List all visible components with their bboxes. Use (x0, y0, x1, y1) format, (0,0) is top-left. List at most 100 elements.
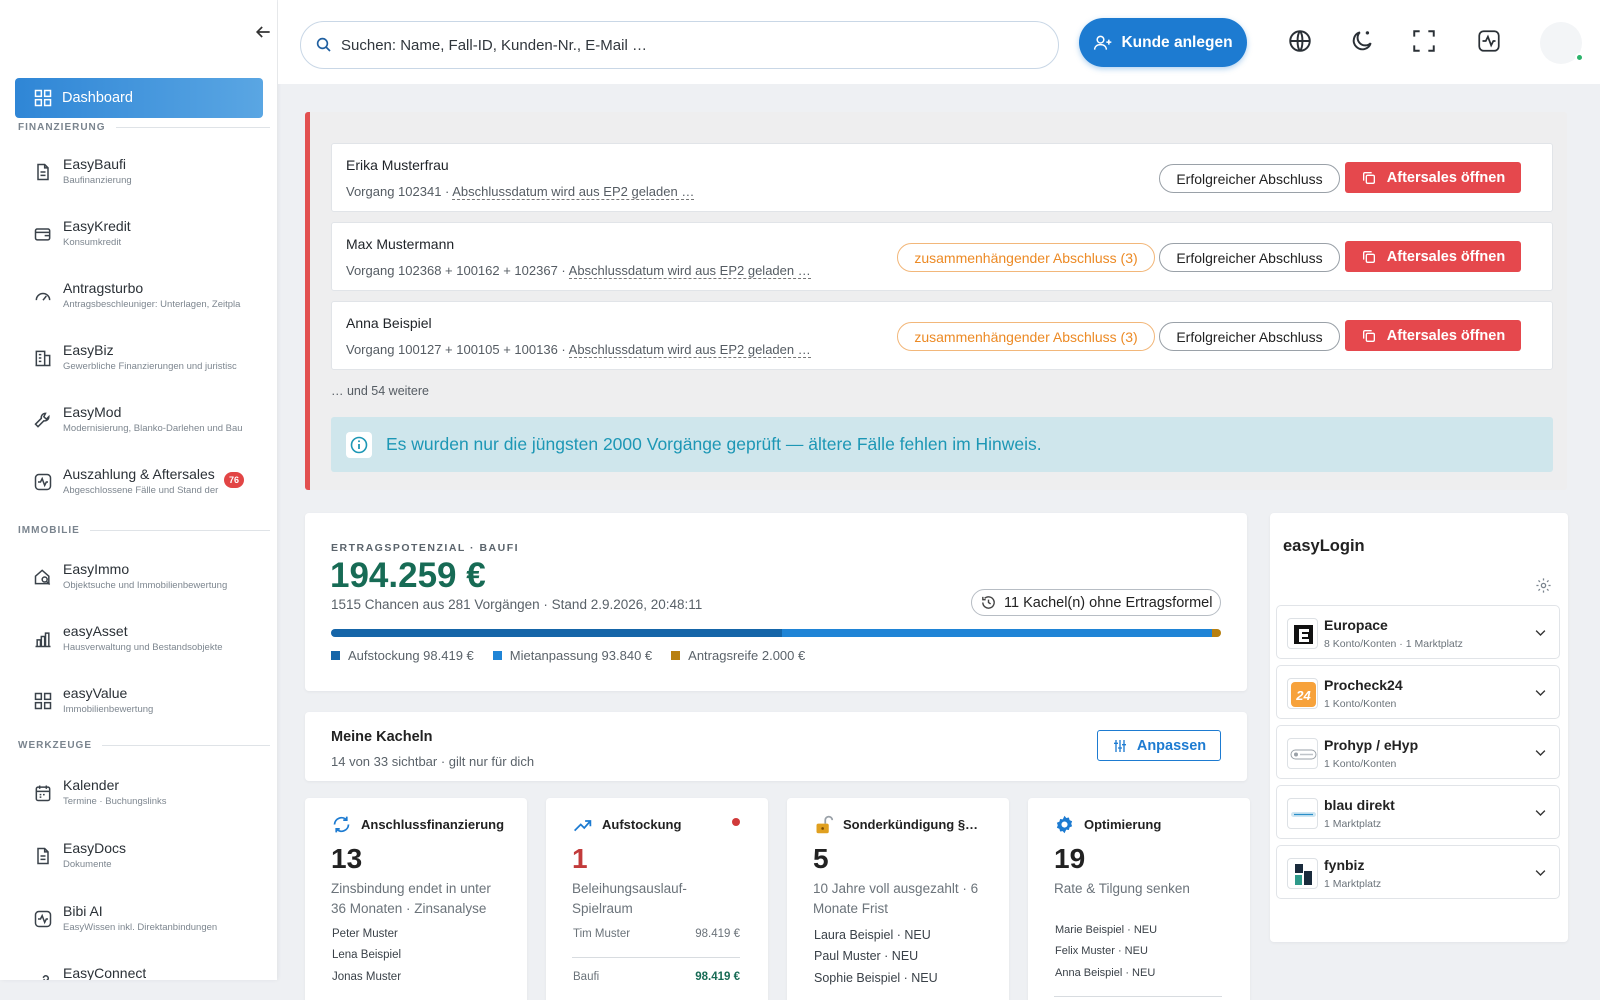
aftersales-open-label: Aftersales öffnen (1386, 327, 1506, 344)
sidebar-item-easymod[interactable]: EasyMod Modernisierung, Blanko-Darlehen u… (33, 400, 258, 444)
tile-person: Peter Muster (332, 928, 398, 940)
sidebar-item-sub: Antragsbeschleuniger: Unterlagen, Zeitpl… (63, 299, 241, 310)
copy-icon (1361, 249, 1377, 265)
tile-desc: Beleihungsauslauf-Spielraum (572, 881, 687, 916)
online-status-dot (1575, 53, 1584, 62)
activity-icon (33, 472, 53, 492)
divider (1054, 996, 1222, 997)
tile-person: Lena Beispiel (332, 949, 402, 961)
easylogin-panel: easyLogin Europace 8 Konto/Konten · 1 Ma… (1270, 513, 1568, 942)
sidebar-item-sub: EasyWissen inkl. Direktanbindungen (63, 922, 218, 933)
blau-direkt-logo-icon (1287, 798, 1318, 829)
potential-progress-bar (331, 629, 1221, 637)
sidebar-item-label: EasyBaufi (63, 156, 127, 172)
collapse-sidebar-icon[interactable] (253, 22, 273, 42)
anpassen-button[interactable]: Anpassen (1097, 730, 1221, 761)
tile-anschlussfinanzierung[interactable]: Anschlussfinanzierung 13 Zinsbindung end… (305, 798, 527, 1000)
customer-name: Anna Beispiel (346, 315, 432, 331)
section-sub: 14 von 33 sichtbar · gilt nur für dich (331, 754, 535, 769)
divider (572, 957, 740, 958)
svg-text:24: 24 (1295, 688, 1311, 703)
sidebar-item-sub: Modernisierung, Blanko-Darlehen und Bau (63, 423, 243, 434)
sidebar-item-easyasset[interactable]: easyAsset Hausverwaltung und Bestandsobje… (33, 619, 258, 663)
aftersales-open-label: Aftersales öffnen (1386, 169, 1506, 186)
sidebar-item-easybiz[interactable]: EasyBiz Gewerbliche Finanzierungen und ju… (33, 338, 258, 382)
aftersales-open-button[interactable]: Aftersales öffnen (1345, 241, 1521, 272)
linked-badge[interactable]: zusammenhängender Abschluss (3) (897, 243, 1155, 272)
procheck24-logo-icon: 24 (1287, 678, 1318, 709)
chevron-down-icon[interactable] (1533, 745, 1548, 760)
abschlussdatum-link[interactable]: Abschlussdatum wird aus EP2 geladen … (568, 263, 811, 279)
tile-sonderkuendigung[interactable]: Sonderkündigung §… 5 10 Jahre voll ausge… (787, 798, 1009, 1000)
sidebar-item-sub: Dokumente (63, 859, 112, 870)
tile-desc: Rate & Tilgung senken (1054, 881, 1190, 896)
search-box[interactable] (300, 21, 1059, 69)
chevron-down-icon[interactable] (1533, 865, 1548, 880)
tile-person: Laura Beispiel · NEU (814, 928, 931, 942)
abschlussdatum-link[interactable]: Abschlussdatum wird aus EP2 geladen … (452, 184, 695, 200)
fullscreen-icon[interactable] (1411, 28, 1437, 54)
tile-title: Anschlussfinanzierung (361, 817, 505, 832)
aftersales-open-button[interactable]: Aftersales öffnen (1345, 162, 1521, 193)
sidebar-item-dashboard[interactable]: Dashboard (15, 78, 263, 118)
linked-badge[interactable]: zusammenhängender Abschluss (3) (897, 322, 1155, 351)
provider-name: Prohyp / eHyp (1324, 737, 1419, 753)
chevron-down-icon[interactable] (1533, 805, 1548, 820)
grid-icon (33, 691, 53, 711)
link-icon (33, 971, 53, 980)
aftersales-open-button[interactable]: Aftersales öffnen (1345, 320, 1521, 351)
abschlussdatum-link[interactable]: Abschlussdatum wird aus EP2 geladen … (568, 342, 811, 358)
sidebar-item-easyconnect[interactable]: EasyConnect (33, 961, 258, 980)
sidebar-item-auszahlung-aftersales[interactable]: Auszahlung & Aftersales Abgeschlossene Fä… (33, 462, 258, 506)
status-badge[interactable]: Erfolgreicher Abschluss (1159, 164, 1340, 193)
activity-monitor-icon[interactable] (1476, 28, 1502, 54)
vorgang-info: Vorgang 100127 + 100105 + 100136 · Absch… (346, 342, 811, 358)
ertrag-label: ERTRAGSPOTENZIAL · BAUFI (331, 542, 520, 554)
sidebar-item-easyvalue[interactable]: easyValue Immobilienbewertung (33, 681, 258, 725)
kunde-anlegen-button[interactable]: Kunde anlegen (1079, 18, 1247, 67)
easylogin-item-europace[interactable]: Europace 8 Konto/Konten · 1 Marktplatz (1276, 605, 1560, 659)
sidebar-item-easybaufi[interactable]: EasyBaufi Baufinanzierung (33, 152, 258, 196)
provider-meta: 1 Marktplatz (1324, 818, 1382, 830)
globe-icon[interactable] (1287, 28, 1313, 54)
easylogin-item-procheck24[interactable]: 24 Procheck24 1 Konto/Konten (1276, 665, 1560, 719)
easylogin-item-blau-direkt[interactable]: blau direkt 1 Marktplatz (1276, 785, 1560, 839)
search-input[interactable] (341, 36, 1021, 54)
tile-aufstockung[interactable]: Aufstockung 1 Beleihungsauslauf-Spielrau… (546, 798, 768, 1000)
settings-gear-icon[interactable] (1535, 577, 1552, 594)
sidebar-item-bibi-ai[interactable]: Bibi AI EasyWissen inkl. Direktanbindunge… (33, 899, 258, 943)
clock-icon (980, 594, 997, 611)
legend-swatch (331, 651, 340, 660)
easylogin-item-prohyp[interactable]: Prohyp / eHyp 1 Konto/Konten (1276, 725, 1560, 779)
provider-name: blau direkt (1324, 797, 1395, 813)
info-icon (346, 431, 372, 458)
more-link[interactable]: … und 54 weitere (331, 384, 429, 398)
section-finanzierung: FINANZIERUNG (18, 122, 270, 133)
tile-desc: 10 Jahre voll ausgezahlt · 6 Monate Fris… (813, 881, 979, 916)
sidebar-item-antragsturbo[interactable]: Antragsturbo Antragsbeschleuniger: Unterl… (33, 276, 258, 320)
sidebar-item-easydocs[interactable]: EasyDocs Dokumente (33, 836, 258, 880)
search-icon (315, 36, 333, 54)
moon-icon[interactable] (1349, 28, 1375, 54)
add-user-icon (1093, 33, 1113, 53)
kachel-ohne-formel-button[interactable]: 11 Kachel(n) ohne Ertragsformel (971, 589, 1221, 616)
sidebar-item-easykredit[interactable]: EasyKredit Konsumkredit (33, 214, 258, 258)
easylogin-item-fynbiz[interactable]: fynbiz 1 Marktplatz (1276, 845, 1560, 899)
sidebar-item-kalender[interactable]: Kalender Termine · Buchungslinks (33, 773, 258, 817)
tile-optimierung[interactable]: Optimierung 19 Rate & Tilgung senken Mar… (1028, 798, 1250, 1000)
sidebar-item-label: EasyConnect (63, 965, 147, 980)
avatar[interactable] (1540, 22, 1584, 64)
provider-meta: 8 Konto/Konten · 1 Marktplatz (1324, 638, 1463, 650)
ertrag-value: 194.259 € (330, 556, 486, 595)
europace-logo-icon (1287, 618, 1318, 649)
sidebar-item-easyimmo[interactable]: EasyImmo Objektsuche und Immobilienbewert… (33, 557, 258, 601)
provider-meta: 1 Marktplatz (1324, 878, 1382, 890)
sidebar-item-label: Antragsturbo (63, 280, 144, 296)
chevron-down-icon[interactable] (1533, 685, 1548, 700)
tile-person: Sophie Beispiel · NEU (814, 971, 938, 985)
legend-swatch (671, 651, 681, 660)
chevron-down-icon[interactable] (1533, 625, 1548, 640)
status-badge[interactable]: Erfolgreicher Abschluss (1159, 322, 1340, 351)
list-item: Anna Beispiel Vorgang 100127 + 100105 + … (331, 301, 1553, 370)
status-badge[interactable]: Erfolgreicher Abschluss (1159, 243, 1340, 272)
